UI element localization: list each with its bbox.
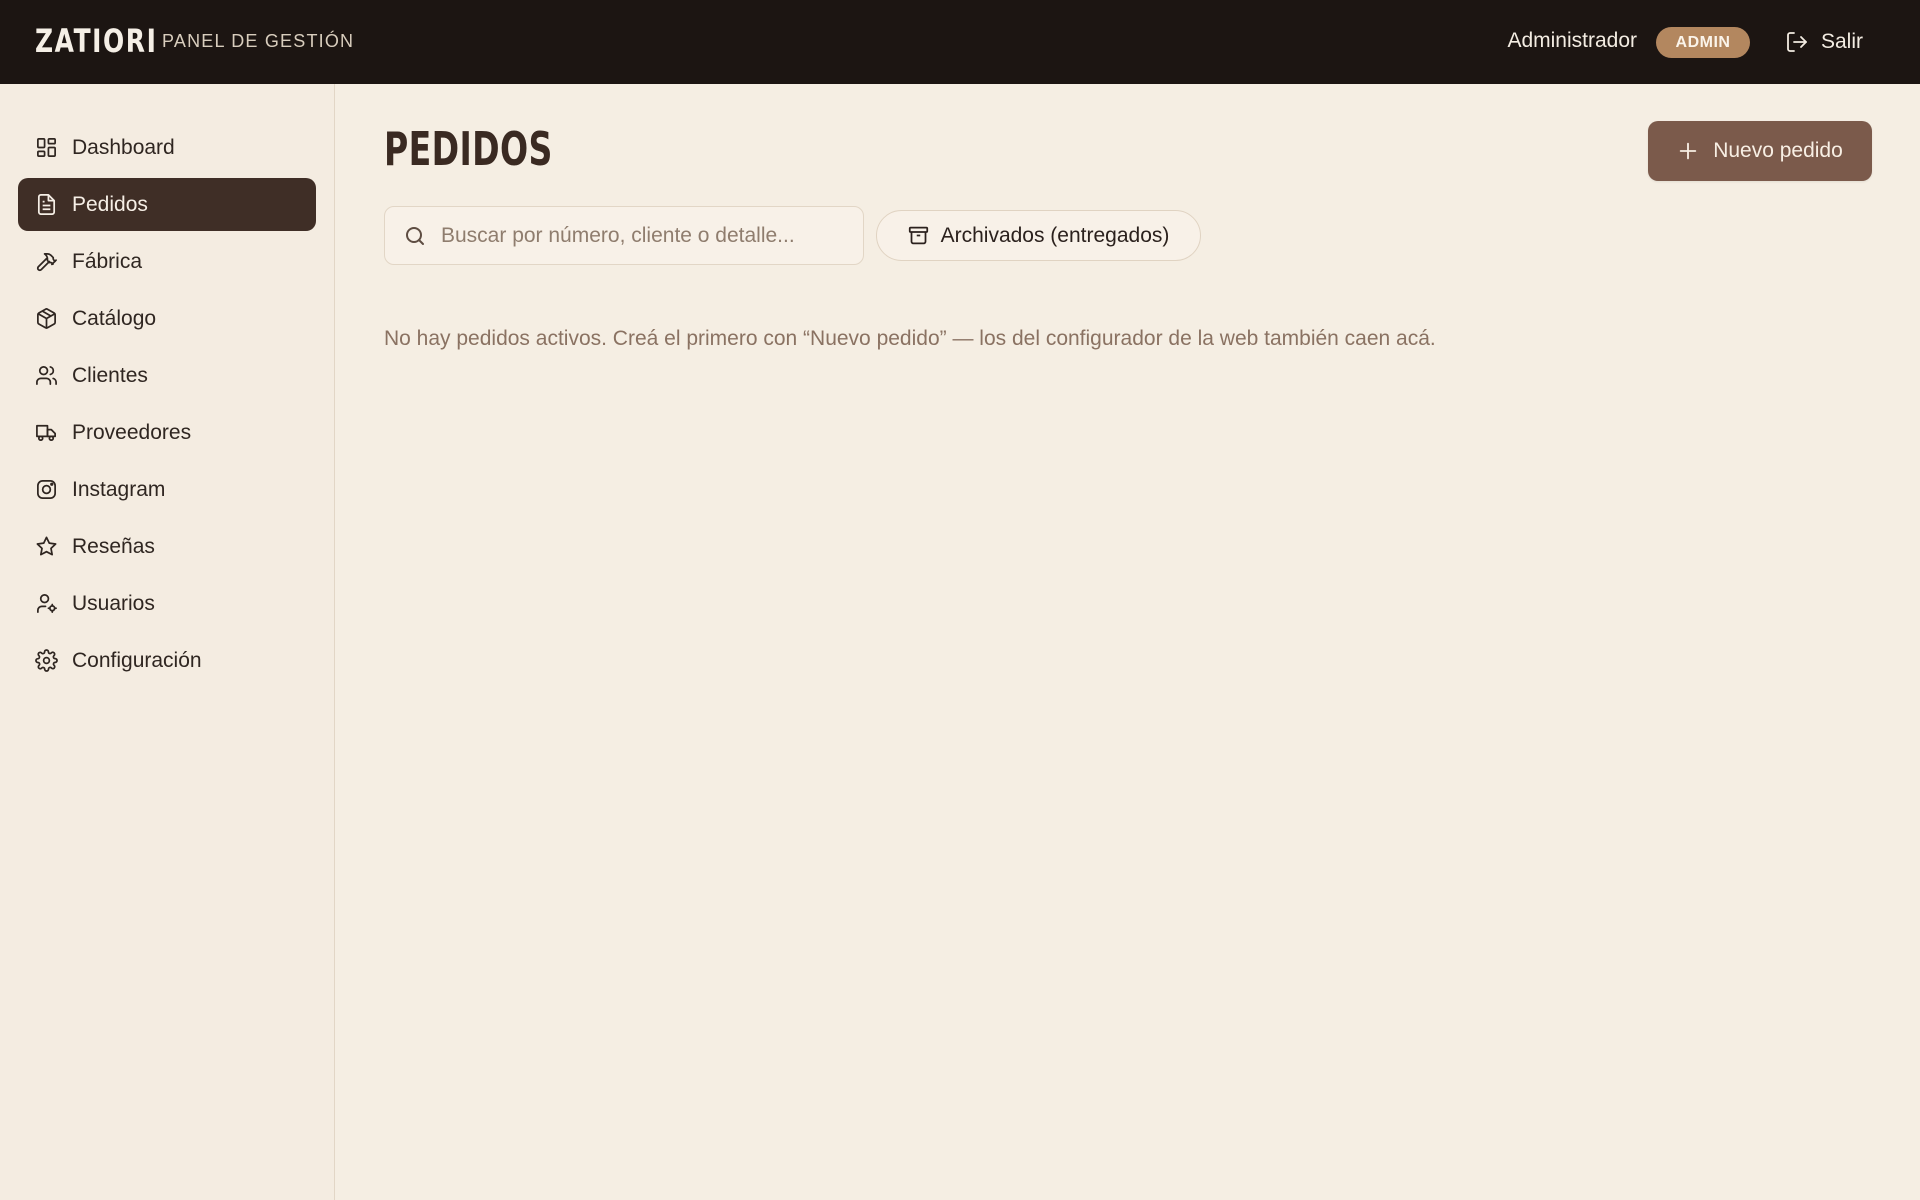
- sidebar-item-label: Reseñas: [72, 534, 155, 558]
- document-icon: [37, 194, 56, 215]
- archived-label: Archivados (entregados): [940, 223, 1170, 247]
- sidebar-item-label: Catálogo: [72, 306, 157, 330]
- search-icon: [406, 226, 424, 245]
- sidebar: Dashboard Pedidos Fábrica Catálogo Clien…: [0, 84, 335, 1200]
- star-icon: [36, 536, 57, 556]
- sidebar-item-configuracion[interactable]: Configuración: [18, 634, 316, 687]
- archived-button[interactable]: Archivados (entregados): [876, 210, 1201, 261]
- search-box[interactable]: [384, 206, 864, 265]
- empty-state-message: No hay pedidos activos. Creá el primero …: [384, 327, 1436, 350]
- sidebar-item-proveedores[interactable]: Proveedores: [18, 406, 316, 459]
- sidebar-item-clientes[interactable]: Clientes: [18, 349, 316, 402]
- page-title: PEDIDOS: [384, 122, 553, 176]
- sidebar-item-label: Fábrica: [72, 249, 143, 273]
- sidebar-item-fabrica[interactable]: Fábrica: [18, 235, 316, 288]
- user-cog-icon: [37, 594, 57, 613]
- top-bar: ZATIORI PANEL DE GESTIÓN Administrador A…: [0, 0, 1920, 84]
- sidebar-item-label: Usuarios: [72, 591, 155, 615]
- logout-button[interactable]: Salir: [1785, 26, 1863, 58]
- sidebar-item-label: Dashboard: [72, 135, 175, 159]
- sidebar-item-label: Clientes: [72, 363, 148, 387]
- sidebar-item-pedidos[interactable]: Pedidos: [18, 178, 316, 231]
- sidebar-item-instagram[interactable]: Instagram: [18, 463, 316, 516]
- new-order-button[interactable]: Nuevo pedido: [1648, 121, 1872, 181]
- sidebar-item-label: Instagram: [72, 477, 166, 501]
- users-icon: [36, 366, 57, 385]
- sidebar-item-catalogo[interactable]: Catálogo: [18, 292, 316, 345]
- logout-icon: [1787, 32, 1807, 52]
- brand-logo[interactable]: ZATIORI: [35, 22, 157, 60]
- sidebar-item-usuarios[interactable]: Usuarios: [18, 577, 316, 630]
- sidebar-item-resenas[interactable]: Reseñas: [18, 520, 316, 573]
- brand-subtitle: PANEL DE GESTIÓN: [162, 31, 355, 51]
- sidebar-item-label: Proveedores: [72, 420, 192, 444]
- main-content: PEDIDOS Nuevo pedido Archivados (entrega…: [336, 84, 1920, 1200]
- instagram-icon: [37, 480, 56, 499]
- sidebar-item-label: Pedidos: [72, 192, 148, 216]
- sidebar-item-dashboard[interactable]: Dashboard: [18, 121, 316, 174]
- search-input[interactable]: [441, 223, 841, 248]
- gear-icon: [35, 649, 58, 672]
- new-order-label: Nuevo pedido: [1713, 139, 1843, 162]
- current-user-name: Administrador: [1507, 29, 1637, 52]
- dashboard-icon: [37, 138, 56, 157]
- archive-icon: [908, 226, 928, 245]
- plus-icon: [1679, 142, 1697, 160]
- truck-icon: [36, 424, 56, 442]
- role-badge: ADMIN: [1656, 27, 1750, 58]
- package-icon: [37, 308, 56, 329]
- logout-label: Salir: [1821, 30, 1864, 53]
- sidebar-item-label: Configuración: [72, 648, 202, 672]
- hammer-icon: [36, 252, 57, 272]
